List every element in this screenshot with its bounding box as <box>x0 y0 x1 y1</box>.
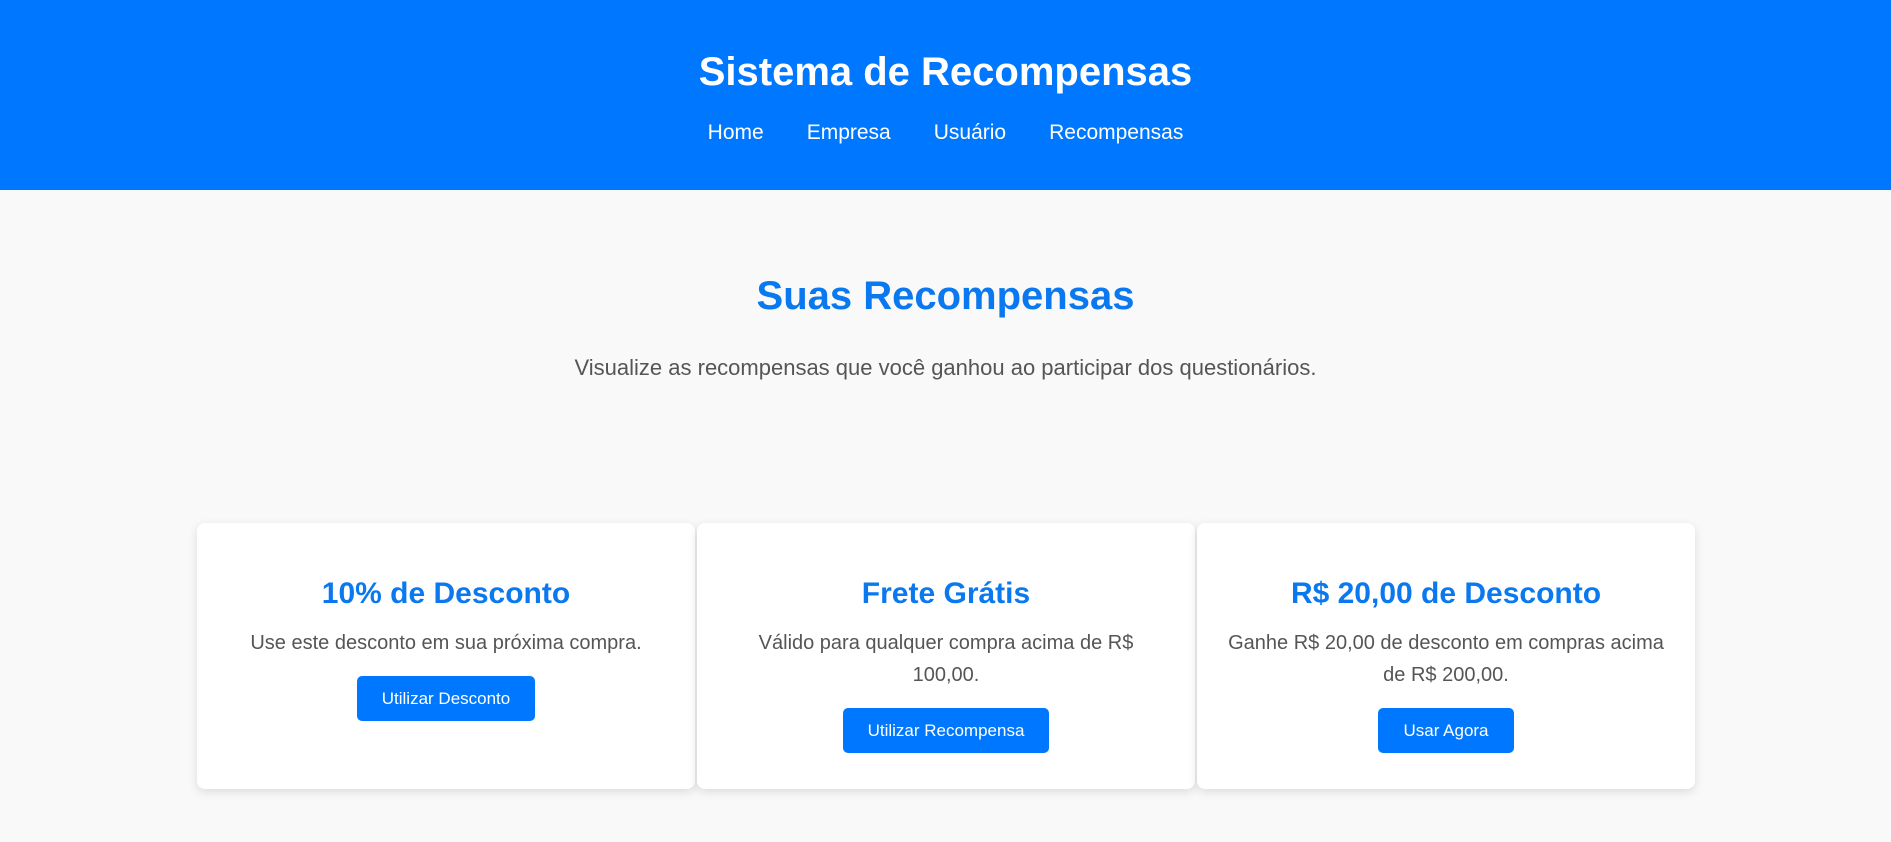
site-title: Sistema de Recompensas <box>698 50 1193 94</box>
rewards-list: 10% de Desconto Use este desconto em sua… <box>197 523 1695 789</box>
page-title: Suas Recompensas <box>756 274 1135 318</box>
nav-link-empresa[interactable]: Empresa <box>807 120 891 146</box>
page-subtitle: Visualize as recompensas que você ganhou… <box>574 355 1317 380</box>
reward-card-discount-10: 10% de Desconto Use este desconto em sua… <box>197 523 695 789</box>
reward-description: Ganhe R$ 20,00 de desconto em compras ac… <box>1228 632 1664 686</box>
reward-description: Válido para qualquer compra acima de R$ … <box>758 632 1134 686</box>
reward-card-free-shipping: Frete Grátis Válido para qualquer compra… <box>697 523 1195 789</box>
reward-description: Use este desconto em sua próxima compra. <box>250 632 642 654</box>
main-nav: Home Empresa Usuário Recompensas <box>0 120 1891 146</box>
reward-card-discount-20: R$ 20,00 de Desconto Ganhe R$ 20,00 de d… <box>1197 523 1695 789</box>
use-now-button[interactable]: Usar Agora <box>1378 708 1514 753</box>
nav-link-usuario[interactable]: Usuário <box>934 120 1006 146</box>
reward-title: 10% de Desconto <box>321 577 571 610</box>
use-reward-button[interactable]: Utilizar Recompensa <box>842 708 1050 753</box>
nav-link-home[interactable]: Home <box>708 120 764 146</box>
nav-link-recompensas[interactable]: Recompensas <box>1049 120 1183 146</box>
use-discount-button[interactable]: Utilizar Desconto <box>356 676 536 721</box>
reward-title: Frete Grátis <box>861 577 1031 610</box>
reward-title: R$ 20,00 de Desconto <box>1290 577 1602 610</box>
site-header: Sistema de Recompensas Home Empresa Usuá… <box>0 0 1891 190</box>
